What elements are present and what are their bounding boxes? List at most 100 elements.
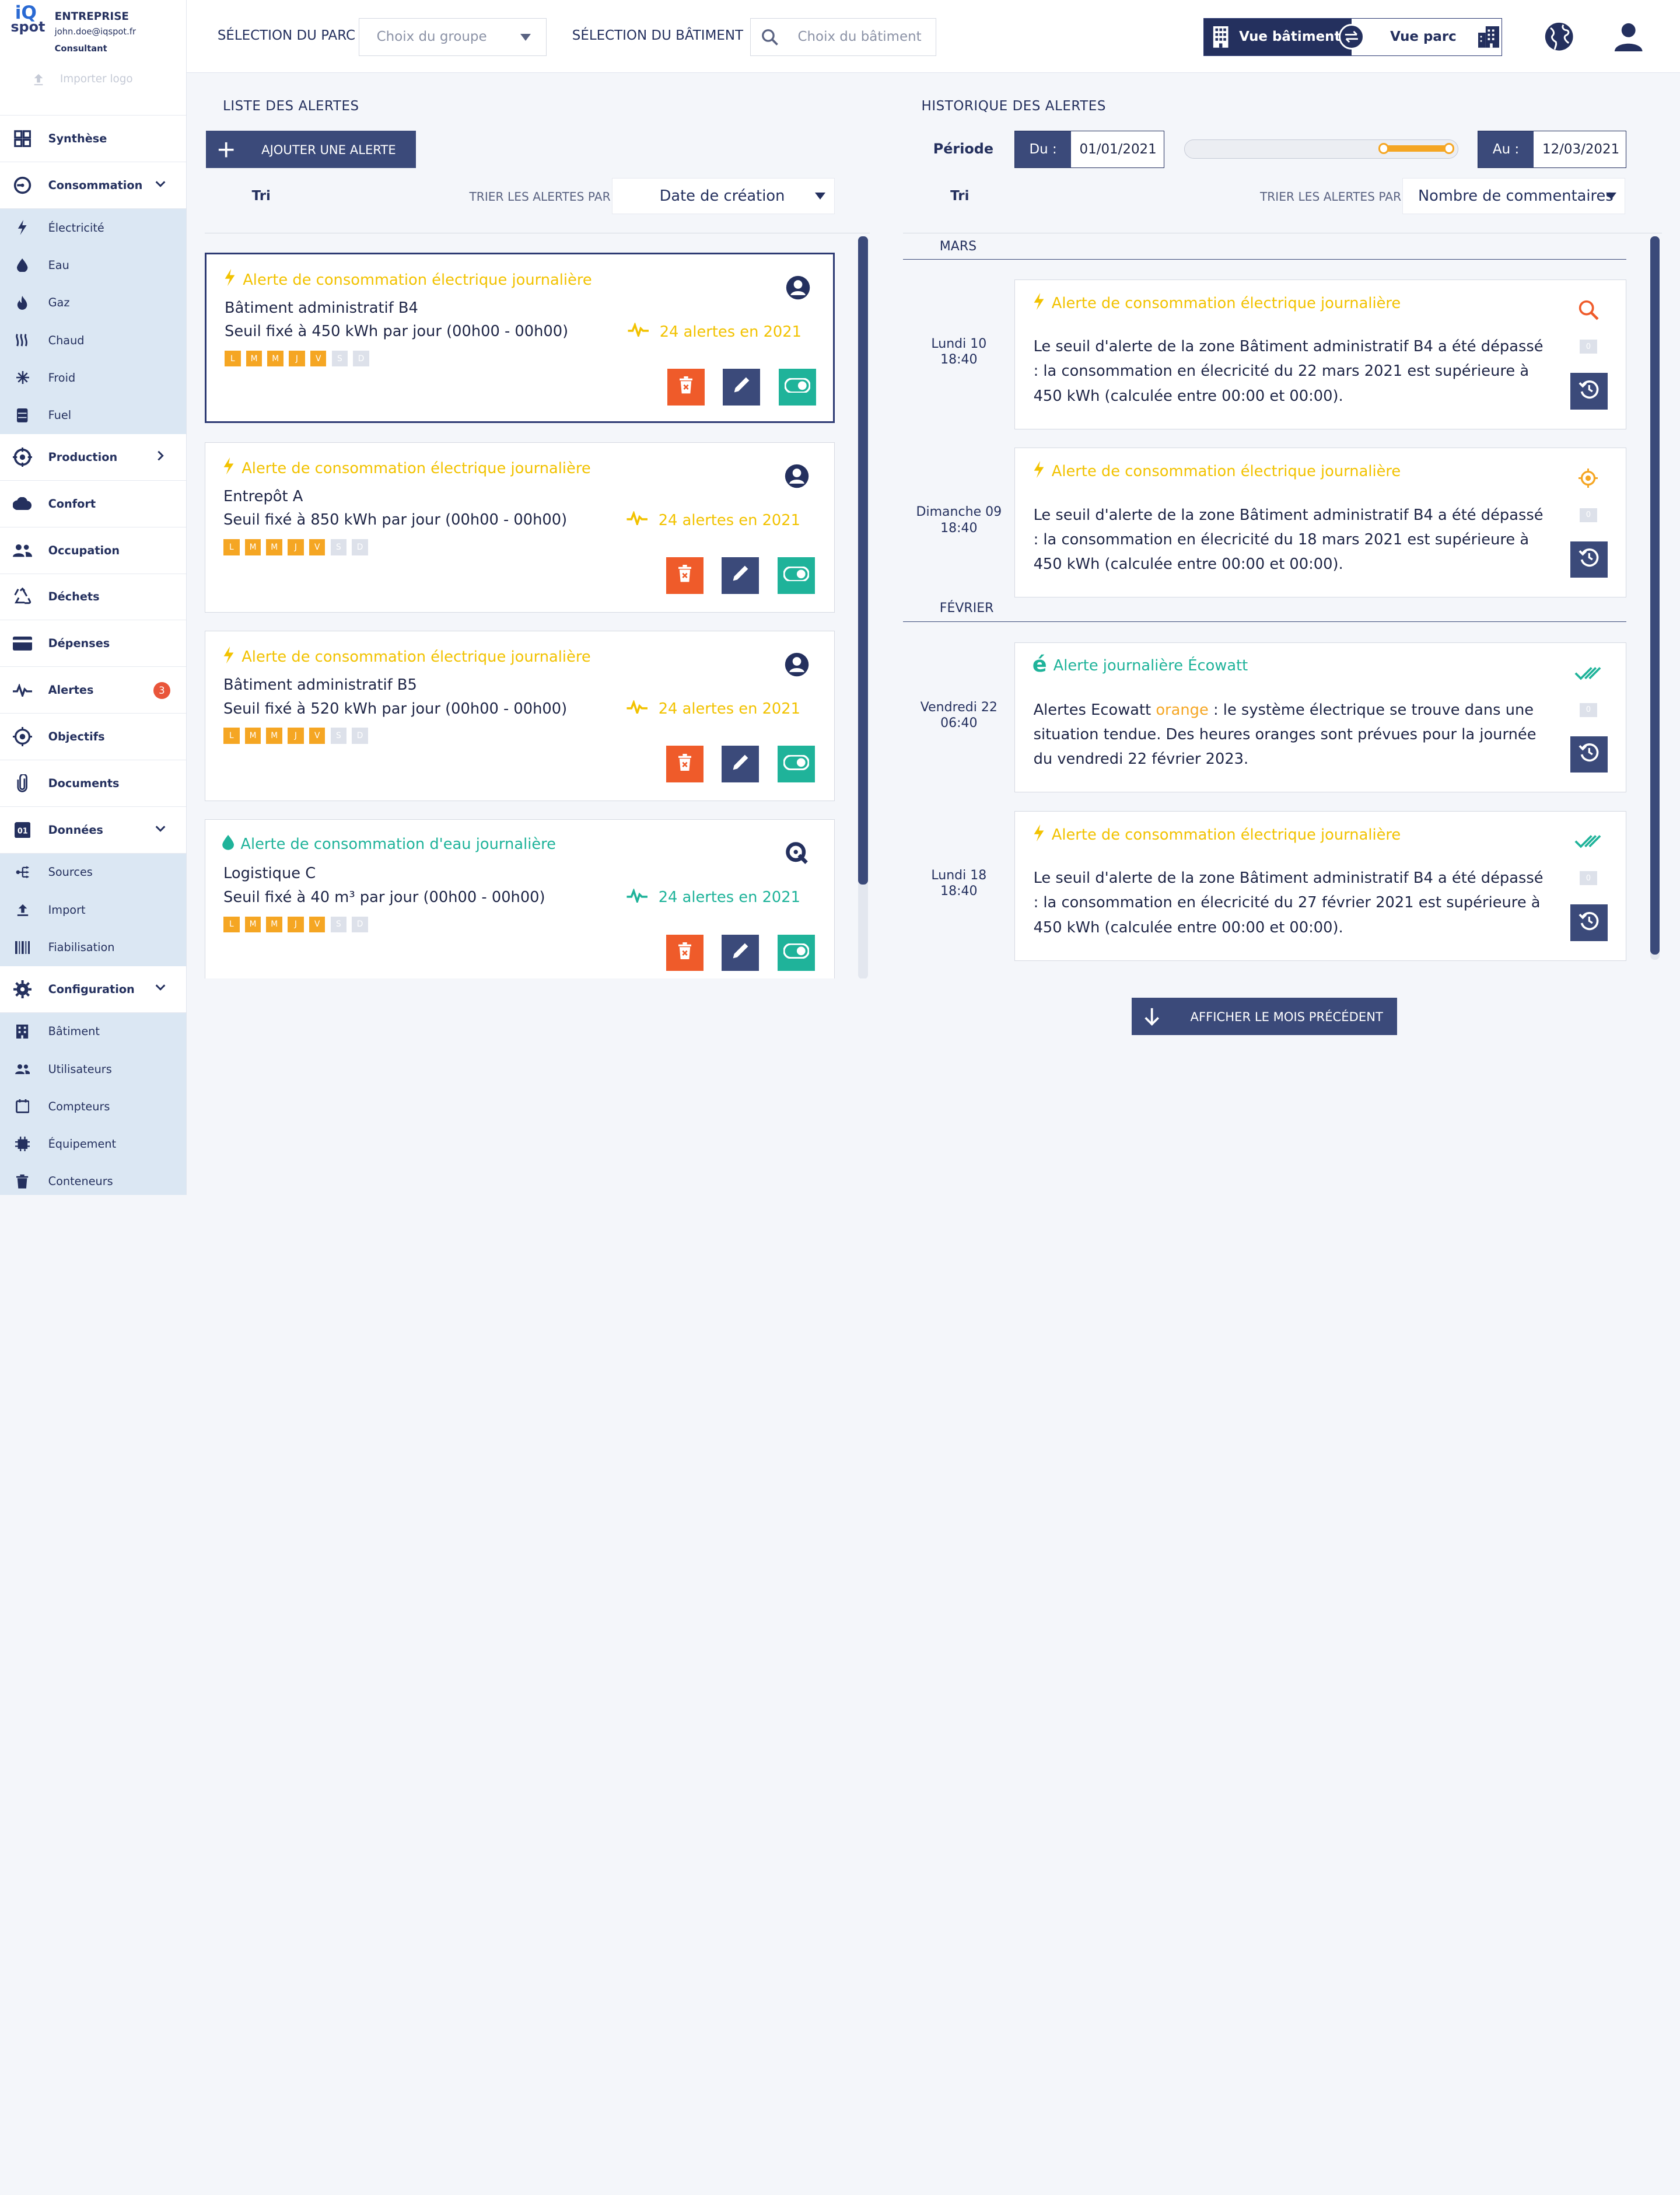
day-chip[interactable]: D xyxy=(352,728,368,744)
delete-alert-button[interactable] xyxy=(666,934,704,971)
edit-alert-button[interactable] xyxy=(722,746,760,782)
nav-fuel[interactable]: Fuel xyxy=(0,396,186,434)
period-slider-end-handle[interactable] xyxy=(1444,143,1455,154)
view-park-button[interactable]: Vue parc xyxy=(1352,19,1502,55)
edit-alert-button[interactable] xyxy=(722,934,760,971)
period-slider-start-handle[interactable] xyxy=(1378,143,1390,154)
date-to-field[interactable]: Au : 12/03/2021 xyxy=(1477,131,1627,169)
history-entry-card[interactable]: Alerte de consommation électrique journa… xyxy=(1014,279,1627,429)
day-chip[interactable]: S xyxy=(331,350,348,367)
day-chip[interactable]: V xyxy=(310,350,327,367)
day-chip[interactable]: M xyxy=(244,916,261,933)
nav-depenses[interactable]: Dépenses xyxy=(0,620,186,667)
nav-donnees[interactable]: 01 Données xyxy=(0,807,186,854)
nav-batiment[interactable]: Bâtiment xyxy=(0,1012,186,1050)
day-chip[interactable]: M xyxy=(244,539,261,555)
nav-confort[interactable]: Confort xyxy=(0,481,186,527)
day-chip[interactable]: M xyxy=(266,916,282,933)
parc-select[interactable]: Choix du groupe xyxy=(359,18,547,56)
history-restore-button[interactable] xyxy=(1570,541,1608,578)
nav-equipement[interactable]: Équipement xyxy=(0,1125,186,1163)
comment-count-badge[interactable]: 0 xyxy=(1580,871,1597,886)
day-chip[interactable]: S xyxy=(330,539,347,555)
toggle-alert-button[interactable] xyxy=(777,557,815,594)
date-from-field[interactable]: Du : 01/01/2021 xyxy=(1014,131,1165,169)
delete-alert-button[interactable] xyxy=(666,746,704,782)
day-chip[interactable]: L xyxy=(223,539,240,555)
nav-gaz[interactable]: Gaz xyxy=(0,284,186,321)
nav-electricite[interactable]: Électricité xyxy=(0,209,186,247)
alert-card[interactable]: Alerte de consommation électrique journa… xyxy=(204,442,835,613)
day-chip[interactable]: D xyxy=(352,539,368,555)
day-chip[interactable]: S xyxy=(330,916,347,933)
nav-objectifs[interactable]: Objectifs xyxy=(0,714,186,761)
day-chip[interactable]: M xyxy=(267,350,284,367)
day-chip[interactable]: D xyxy=(353,350,369,367)
alert-card[interactable]: Alerte de consommation électrique journa… xyxy=(204,252,835,423)
day-chip[interactable]: L xyxy=(223,916,240,933)
nav-fiabilisation[interactable]: Fiabilisation xyxy=(0,928,186,966)
nav-alertes[interactable]: Alertes 3 xyxy=(0,667,186,714)
nav-froid[interactable]: Froid xyxy=(0,359,186,397)
globe-icon[interactable] xyxy=(1544,22,1574,51)
nav-configuration[interactable]: Configuration xyxy=(0,966,186,1013)
show-previous-month-button[interactable]: AFFICHER LE MOIS PRÉCÉDENT xyxy=(1131,997,1398,1036)
edit-alert-button[interactable] xyxy=(722,557,760,594)
nav-documents[interactable]: Documents xyxy=(0,760,186,807)
day-chip[interactable]: J xyxy=(288,916,304,933)
nav-chaud[interactable]: Chaud xyxy=(0,321,186,359)
magnifier-status-icon[interactable] xyxy=(1573,295,1603,324)
delete-alert-button[interactable] xyxy=(666,557,704,594)
day-chip[interactable]: J xyxy=(288,728,304,744)
period-slider[interactable] xyxy=(1184,139,1458,159)
import-logo-button[interactable]: Importer logo xyxy=(32,73,133,86)
history-entry-card[interactable]: Alerte de consommation électrique journa… xyxy=(1014,810,1627,961)
nav-synthese[interactable]: Synthèse xyxy=(0,116,186,163)
comment-count-badge[interactable]: 0 xyxy=(1580,508,1597,522)
day-chip[interactable]: L xyxy=(225,350,241,367)
alert-list-scroll-thumb[interactable] xyxy=(858,236,868,885)
day-chip[interactable]: V xyxy=(309,728,326,744)
day-chip[interactable]: V xyxy=(309,916,326,933)
nav-production[interactable]: Production xyxy=(0,434,186,481)
history-restore-button[interactable] xyxy=(1570,736,1608,773)
batiment-search-input[interactable]: Choix du bâtiment xyxy=(750,18,937,56)
day-chip[interactable]: J xyxy=(289,350,305,367)
day-chip[interactable]: M xyxy=(246,350,262,367)
double-check-icon[interactable] xyxy=(1573,826,1603,856)
day-chip[interactable]: M xyxy=(266,539,282,555)
alert-card[interactable]: Alerte de consommation électrique journa… xyxy=(204,630,835,801)
add-alert-button[interactable]: AJOUTER UNE ALERTE xyxy=(205,131,416,169)
nav-eau[interactable]: Eau xyxy=(0,246,186,284)
comment-count-badge[interactable]: 0 xyxy=(1580,703,1597,717)
toggle-alert-button[interactable] xyxy=(777,934,815,971)
nav-conteneurs[interactable]: Conteneurs xyxy=(0,1162,186,1195)
day-chip[interactable]: L xyxy=(223,728,240,744)
nav-import[interactable]: Import xyxy=(0,891,186,929)
user-profile-icon[interactable] xyxy=(1614,23,1643,52)
history-restore-button[interactable] xyxy=(1570,904,1608,941)
comment-count-badge[interactable]: 0 xyxy=(1580,340,1597,354)
day-chip[interactable]: D xyxy=(352,916,368,933)
alert-card[interactable]: Alerte de consommation d'eau journalière… xyxy=(204,819,835,978)
day-chip[interactable]: J xyxy=(288,539,304,555)
nav-consommation[interactable]: Consommation xyxy=(0,162,186,209)
nav-utilisateurs[interactable]: Utilisateurs xyxy=(0,1050,186,1088)
delete-alert-button[interactable] xyxy=(667,369,705,406)
history-restore-button[interactable] xyxy=(1570,373,1608,410)
history-sort-select[interactable]: Nombre de commentaires xyxy=(1402,177,1626,215)
nav-sources[interactable]: Sources xyxy=(0,853,186,892)
history-scroll-thumb[interactable] xyxy=(1650,236,1660,955)
target-status-icon[interactable] xyxy=(1573,463,1603,493)
nav-compteurs[interactable]: Compteurs xyxy=(0,1088,186,1126)
day-chip[interactable]: V xyxy=(309,539,326,555)
alert-list-sort-select[interactable]: Date de création xyxy=(611,177,835,215)
edit-alert-button[interactable] xyxy=(723,369,761,406)
history-entry-card[interactable]: é Alerte journalière Écowatt Alertes Eco… xyxy=(1014,642,1627,793)
day-chip[interactable]: M xyxy=(266,728,282,744)
day-chip[interactable]: M xyxy=(244,728,261,744)
day-chip[interactable]: S xyxy=(330,728,347,744)
double-check-icon[interactable] xyxy=(1573,658,1603,688)
history-entry-card[interactable]: Alerte de consommation électrique journa… xyxy=(1014,447,1627,598)
nav-dechets[interactable]: Déchets xyxy=(0,574,186,621)
